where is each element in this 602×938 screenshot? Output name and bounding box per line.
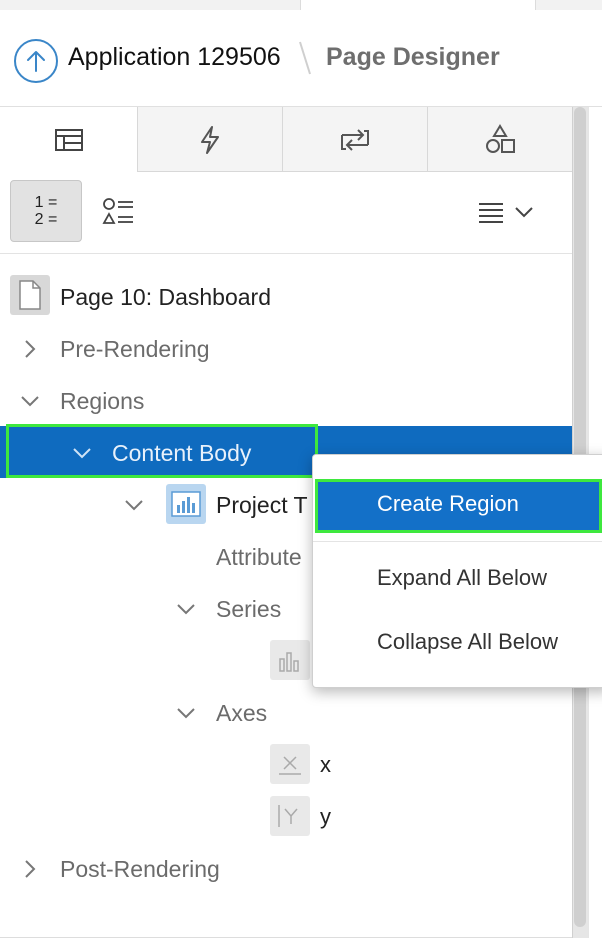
tree-node-regions[interactable]: Regions [60,388,144,415]
selection-highlight-outline [6,424,318,478]
table-icon [54,129,83,151]
expand-all-below-menu-item[interactable]: Expand All Below [377,565,547,591]
top-tab-middle[interactable] [301,0,535,10]
breadcrumb-page-designer: Page Designer [326,43,500,71]
tree-node-axis-x[interactable]: x [320,752,331,778]
chevron-down-icon[interactable] [176,703,196,723]
ordered-view-label-1: 1 = [34,194,58,211]
grouped-view-button[interactable] [96,190,140,234]
tree-node-chart-region[interactable]: Project T [216,492,308,519]
chevron-down-icon[interactable] [176,599,196,619]
chevron-down-icon [515,207,533,218]
breadcrumb-separator [299,41,311,75]
hamburger-menu-icon [479,203,503,223]
up-arrow-button[interactable] [14,39,58,83]
chevron-right-icon[interactable] [20,339,40,359]
collapse-all-below-menu-item[interactable]: Collapse All Below [377,629,558,655]
tree-node-attributes[interactable]: Attribute [216,544,302,571]
series-chart-icon[interactable] [270,640,310,680]
shapes-icon [486,123,515,153]
chart-region-icon [166,484,206,524]
chevron-down-icon[interactable] [20,391,40,411]
tab-shared-components[interactable] [428,107,572,172]
lightning-icon [201,125,219,154]
tree-node-page[interactable]: Page 10: Dashboard [60,284,271,311]
menu-separator [313,541,602,542]
page-icon [10,275,50,315]
tree-node-series[interactable]: Series [216,596,281,623]
tree-toolbar: 1 = 2 = [0,172,572,254]
top-tab-strip [0,0,602,10]
tree-menu-button[interactable] [474,194,538,230]
top-tab-right[interactable] [535,0,602,10]
left-pane-tabbar [0,107,572,173]
breadcrumb-application[interactable]: Application 129506 [68,43,281,72]
tree-node-axis-y[interactable]: y [320,804,331,830]
chevron-down-icon[interactable] [124,495,144,515]
context-menu-top [313,455,602,471]
ordered-view-button[interactable]: 1 = 2 = [10,180,82,242]
ordered-view-label-2: 2 = [34,211,58,228]
component-list-icon [102,198,133,224]
menu-item-focus-outline [315,479,602,533]
x-axis-icon [270,744,310,784]
tab-rendering[interactable] [0,107,138,173]
top-tab-left[interactable] [0,0,301,10]
page-designer-header: Application 129506 Page Designer [0,10,602,107]
chevron-right-icon[interactable] [20,859,40,879]
refresh-arrows-icon [341,128,369,151]
tree-node-axes[interactable]: Axes [216,700,267,727]
tab-dynamic-actions[interactable] [138,107,283,172]
up-arrow-icon [27,51,45,72]
tab-processing[interactable] [283,107,428,172]
context-menu: Create Region Expand All Below Collapse … [312,454,602,688]
tree-node-post-rendering[interactable]: Post-Rendering [60,856,220,883]
y-axis-icon [270,796,310,836]
tree-node-pre-rendering[interactable]: Pre-Rendering [60,336,210,363]
